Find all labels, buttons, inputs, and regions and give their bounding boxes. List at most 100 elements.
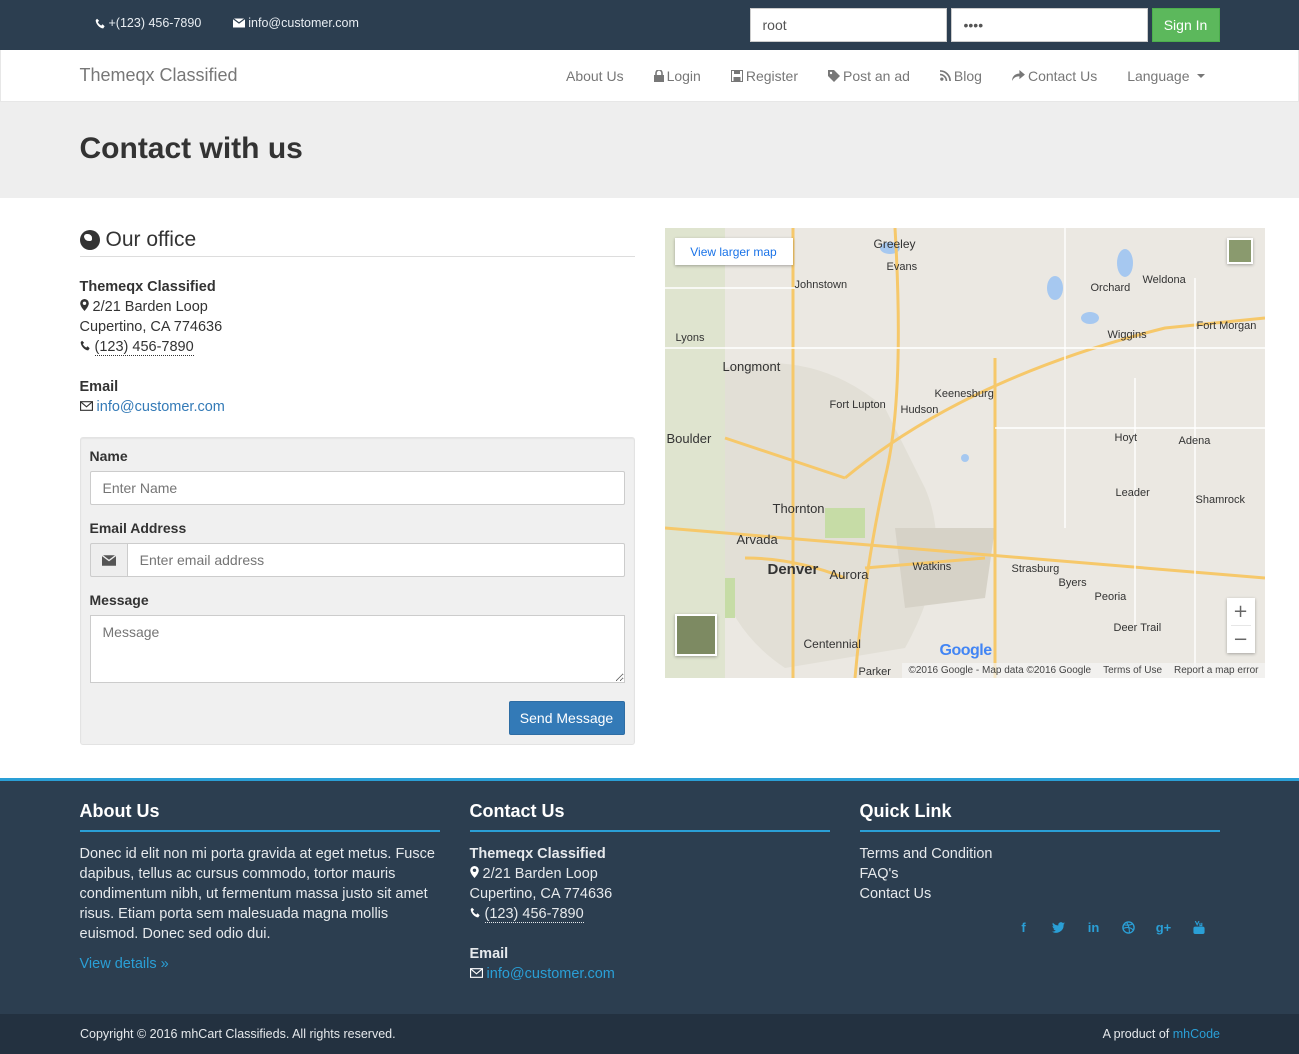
nav-contact-us-label: Contact Us xyxy=(1027,67,1098,84)
password-input[interactable] xyxy=(950,8,1148,42)
map-report-link[interactable]: Report a map error xyxy=(1174,665,1258,676)
map-place: Longmont xyxy=(722,359,781,374)
phone-icon xyxy=(80,340,90,351)
map-place: Leader xyxy=(1115,487,1150,499)
username-input[interactable] xyxy=(749,8,947,42)
map-place: Hoyt xyxy=(1114,432,1138,444)
quick-link-faqs[interactable]: FAQ's xyxy=(860,864,1220,884)
nav-login[interactable]: Login xyxy=(639,50,716,101)
google-map[interactable]: Greeley Evans Johnstown Orchard Weldona … xyxy=(664,228,1265,678)
map-place: Weldona xyxy=(1142,274,1186,286)
map-marker-icon xyxy=(469,866,479,878)
map-place: Evans xyxy=(886,261,918,273)
footer: About Us Donec id elit non mi porta grav… xyxy=(0,778,1299,1014)
map-place: Orchard xyxy=(1090,282,1131,294)
email-label: Email Address xyxy=(89,520,187,536)
top-phone-text: +(123) 456-7890 xyxy=(108,16,202,30)
nav-blog[interactable]: Blog xyxy=(925,50,997,101)
street-view-pegman-icon[interactable] xyxy=(1226,238,1253,264)
map-place: Lyons xyxy=(675,332,705,344)
map-place: Strasburg xyxy=(1011,563,1060,575)
top-bar: +(123) 456-7890 info@customer.com Sign I… xyxy=(0,0,1299,50)
main-content: Our office Themeqx Classified 2/21 Barde… xyxy=(0,198,1299,778)
top-email-text: info@customer.com xyxy=(248,16,359,30)
map-terms-link[interactable]: Terms of Use xyxy=(1103,665,1162,676)
nav-blog-label: Blog xyxy=(953,67,982,84)
email-input[interactable] xyxy=(126,543,625,577)
envelope-icon xyxy=(233,18,246,28)
map-place: Peoria xyxy=(1094,591,1127,603)
share-icon xyxy=(1012,70,1025,81)
page-title: Contact with us xyxy=(79,132,303,165)
save-icon xyxy=(730,69,743,82)
view-details-link[interactable]: View details » xyxy=(80,956,169,972)
office-street: 2/21 Barden Loop xyxy=(92,299,208,315)
nav-post-ad-label: Post an ad xyxy=(842,67,910,84)
name-input[interactable] xyxy=(89,471,625,505)
message-label: Message xyxy=(89,592,149,608)
satellite-toggle[interactable] xyxy=(674,614,717,656)
footer-phone[interactable]: (123) 456-7890 xyxy=(484,906,584,923)
footer-email-link[interactable]: info@customer.com xyxy=(487,966,615,982)
caret-down-icon xyxy=(1196,73,1205,78)
top-login-form: Sign In xyxy=(749,8,1220,42)
phone-icon xyxy=(95,18,105,28)
zoom-out-button[interactable]: − xyxy=(1226,626,1255,653)
google-plus-icon[interactable]: g+ xyxy=(1155,919,1172,936)
phone-icon xyxy=(470,907,480,918)
office-email-link[interactable]: info@customer.com xyxy=(97,399,225,415)
footer-street: 2/21 Barden Loop xyxy=(482,866,598,882)
office-heading-text: Our office xyxy=(105,228,197,251)
footer-about-title: About Us xyxy=(79,801,440,832)
map-place: Byers xyxy=(1058,577,1087,589)
youtube-icon[interactable] xyxy=(1190,919,1207,936)
dribbble-icon[interactable] xyxy=(1120,919,1137,936)
quick-link-contact[interactable]: Contact Us xyxy=(860,884,1220,904)
main-nav: About Us Login Register Post an ad Blog … xyxy=(551,50,1220,101)
send-message-button[interactable]: Send Message xyxy=(508,701,625,735)
contact-form: Name Email Address Message Se xyxy=(79,437,635,745)
top-contact: +(123) 456-7890 info@customer.com xyxy=(95,16,359,30)
footer-company: Themeqx Classified xyxy=(469,846,606,862)
footer-about-text: Donec id elit non mi porta gravida at eg… xyxy=(79,846,435,942)
tag-icon xyxy=(827,69,840,82)
map-place: Arvada xyxy=(736,532,778,547)
linkedin-icon[interactable]: in xyxy=(1085,919,1102,936)
name-label: Name xyxy=(89,448,128,464)
map-place: Denver xyxy=(767,561,819,578)
footer-about: About Us Donec id elit non mi porta grav… xyxy=(79,801,440,974)
nav-register[interactable]: Register xyxy=(716,50,813,101)
map-place: Parker xyxy=(858,666,891,678)
nav-post-ad[interactable]: Post an ad xyxy=(813,50,925,101)
office-email-label: Email xyxy=(79,379,119,395)
nav-language-dropdown[interactable]: Language xyxy=(1112,50,1219,101)
office-heading: Our office xyxy=(79,228,635,257)
social-links: f in g+ xyxy=(1015,919,1207,936)
facebook-icon[interactable]: f xyxy=(1015,919,1032,936)
map-place: Thornton xyxy=(772,501,825,516)
office-address: Themeqx Classified 2/21 Barden Loop Cupe… xyxy=(79,277,635,417)
footer-contact-title: Contact Us xyxy=(469,801,830,832)
map-place: Fort Lupton xyxy=(829,399,886,411)
sign-in-button[interactable]: Sign In xyxy=(1151,8,1220,42)
footer-contact: Contact Us Themeqx Classified 2/21 Barde… xyxy=(469,801,830,984)
footer-city: Cupertino, CA 774636 xyxy=(469,886,613,902)
quick-link-terms[interactable]: Terms and Condition xyxy=(860,844,1220,864)
mhcode-link[interactable]: mhCode xyxy=(1173,1027,1220,1041)
nav-about-us[interactable]: About Us xyxy=(551,50,639,101)
product-prefix: A product of xyxy=(1102,1027,1173,1041)
top-email[interactable]: info@customer.com xyxy=(233,16,359,30)
envelope-icon xyxy=(79,401,93,411)
office-company: Themeqx Classified xyxy=(79,279,216,295)
view-larger-map-button[interactable]: View larger map xyxy=(674,238,793,265)
office-column: Our office Themeqx Classified 2/21 Barde… xyxy=(79,228,635,745)
brand-logo[interactable]: Themeqx Classified xyxy=(80,65,238,86)
zoom-in-button[interactable]: + xyxy=(1226,598,1255,625)
nav-contact-us[interactable]: Contact Us xyxy=(997,50,1112,101)
nav-about-us-label: About Us xyxy=(565,67,624,84)
office-phone[interactable]: (123) 456-7890 xyxy=(94,339,194,356)
map-place: Adena xyxy=(1178,435,1211,447)
map-place: Greeley xyxy=(873,237,916,251)
message-textarea[interactable] xyxy=(89,615,625,683)
twitter-icon[interactable] xyxy=(1050,919,1067,936)
